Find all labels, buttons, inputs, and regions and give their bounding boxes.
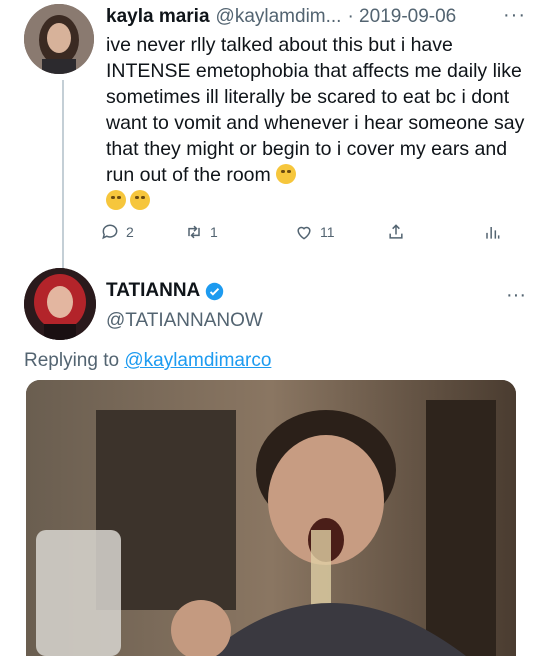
like-button[interactable]: 11 (294, 222, 335, 242)
tweet-header: kayla maria @kaylamdim... · 2019-09-06 (106, 4, 526, 30)
tweet-reply: TATIANNA @TATIANNANOW ··· (106, 280, 526, 332)
reply-button[interactable]: 2 (100, 222, 134, 242)
more-options-icon[interactable]: ··· (506, 284, 526, 307)
analytics-button[interactable] (482, 222, 502, 242)
avatar-tatianna[interactable] (24, 268, 96, 340)
crying-emoji-icon (130, 190, 150, 210)
retweet-icon (188, 225, 200, 239)
author-name[interactable]: kayla maria (106, 4, 210, 30)
replying-to-line: Replying to @kaylamdimarco (24, 350, 271, 372)
tweet-date[interactable]: · 2019-09-06 (347, 4, 456, 30)
tweet-text: ive never rlly talked about this but i h… (106, 34, 525, 186)
verified-badge-icon (206, 282, 224, 300)
share-button[interactable] (386, 222, 406, 242)
reply-author-row: TATIANNA (106, 280, 526, 302)
author-handle[interactable]: @kaylamdim... (216, 4, 342, 30)
reply-author-name[interactable]: TATIANNA (106, 280, 200, 302)
analytics-icon (486, 227, 500, 239)
replying-to-link[interactable]: @kaylamdimarco (124, 350, 271, 371)
heart-icon (297, 226, 311, 240)
retweet-count: 1 (210, 224, 218, 240)
share-icon (389, 224, 403, 239)
like-count: 11 (320, 224, 335, 240)
reply-media-image[interactable] (26, 380, 516, 656)
replying-to-prefix: Replying to (24, 350, 120, 371)
tweet-original: kayla maria @kaylamdim... · 2019-09-06 ·… (106, 4, 526, 214)
avatar-kayla[interactable] (24, 4, 94, 74)
tweet-body: ive never rlly talked about this but i h… (106, 32, 526, 214)
reply-author-handle[interactable]: @TATIANNANOW (106, 310, 526, 332)
crying-emoji-icon (276, 164, 297, 184)
reply-icon (102, 224, 118, 240)
more-options-icon[interactable]: ··· (503, 4, 526, 27)
thread-connector-line (62, 80, 64, 268)
crying-emoji-icon (106, 190, 126, 210)
retweet-button[interactable]: 1 (184, 222, 218, 242)
tweet-actions-bar: 2 1 11 (100, 222, 520, 246)
reply-count: 2 (126, 224, 134, 240)
